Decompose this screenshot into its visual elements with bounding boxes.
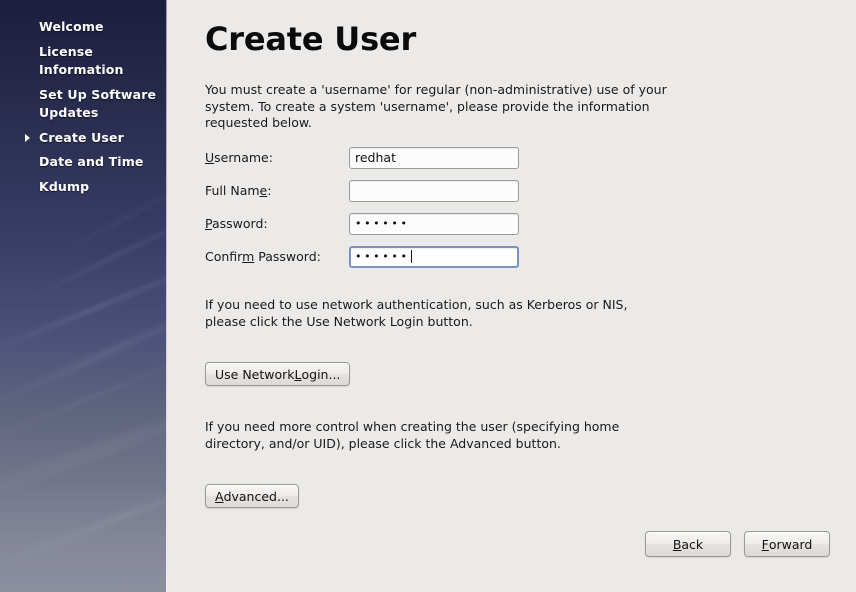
full-name-input[interactable] — [349, 179, 519, 202]
password-input[interactable]: •••••• — [349, 212, 519, 235]
main-content: Create User You must create a 'username'… — [167, 0, 856, 592]
sidebar-item-label: Kdump — [39, 178, 90, 194]
form-row-password: Password: •••••• — [205, 207, 519, 240]
forward-button[interactable]: Forward — [744, 531, 830, 557]
footer-buttons: Back Forward — [645, 531, 830, 557]
confirm-password-value-masked: •••••• — [355, 250, 410, 263]
mnemonic: P — [205, 216, 212, 231]
page-title: Create User — [205, 20, 417, 58]
sidebar-nav: Welcome License Information Set Up Softw… — [0, 0, 167, 196]
sidebar-item-date-and-time[interactable]: Date and Time — [0, 153, 167, 172]
sidebar-item-kdump[interactable]: Kdump — [0, 178, 167, 197]
form-row-username: Username: redhat — [205, 141, 519, 174]
mnemonic: U — [205, 150, 215, 165]
sidebar-item-label: License Information — [39, 43, 124, 78]
mnemonic: B — [672, 536, 682, 552]
sidebar-item-license-information[interactable]: License Information — [0, 43, 167, 80]
username-label: Username: — [205, 150, 273, 165]
form-row-full-name: Full Name: — [205, 174, 519, 207]
arrow-right-icon — [25, 133, 30, 142]
back-button[interactable]: Back — [645, 531, 731, 557]
form-row-confirm-password: Confirm Password: •••••• — [205, 240, 519, 273]
username-value: redhat — [355, 150, 396, 165]
firstboot-window: Welcome License Information Set Up Softw… — [0, 0, 856, 592]
sidebar-item-label: Create User — [39, 129, 124, 145]
create-user-form: Username: redhat Full Name: Password: ••… — [205, 141, 519, 273]
sidebar-item-label: Welcome — [39, 19, 104, 34]
sidebar-item-create-user[interactable]: Create User — [0, 129, 167, 148]
intro-paragraph: You must create a 'username' for regular… — [205, 82, 667, 130]
advanced-button[interactable]: Advanced... — [205, 484, 299, 508]
sidebar-item-label: Set Up Software Updates — [39, 86, 157, 121]
advanced-paragraph: If you need more control when creating t… — [205, 419, 620, 451]
network-login-paragraph: If you need to use network authenticatio… — [205, 297, 628, 329]
full-name-label: Full Name: — [205, 183, 272, 198]
sidebar-item-label: Date and Time — [39, 154, 144, 169]
sidebar: Welcome License Information Set Up Softw… — [0, 0, 167, 592]
mnemonic: F — [761, 536, 769, 552]
mnemonic: m — [242, 249, 255, 264]
mnemonic: A — [215, 488, 224, 504]
confirm-password-label: Confirm Password: — [205, 249, 321, 264]
text-cursor — [410, 250, 412, 263]
use-network-login-button[interactable]: Use Network Login... — [205, 362, 351, 386]
confirm-password-input[interactable]: •••••• — [349, 245, 519, 268]
sidebar-item-welcome[interactable]: Welcome — [0, 18, 167, 37]
password-value-masked: •••••• — [355, 217, 410, 230]
password-label: Password: — [205, 216, 268, 231]
mnemonic: L — [294, 366, 302, 382]
sidebar-item-set-up-software-updates[interactable]: Set Up Software Updates — [0, 86, 167, 123]
username-input[interactable]: redhat — [349, 146, 519, 169]
